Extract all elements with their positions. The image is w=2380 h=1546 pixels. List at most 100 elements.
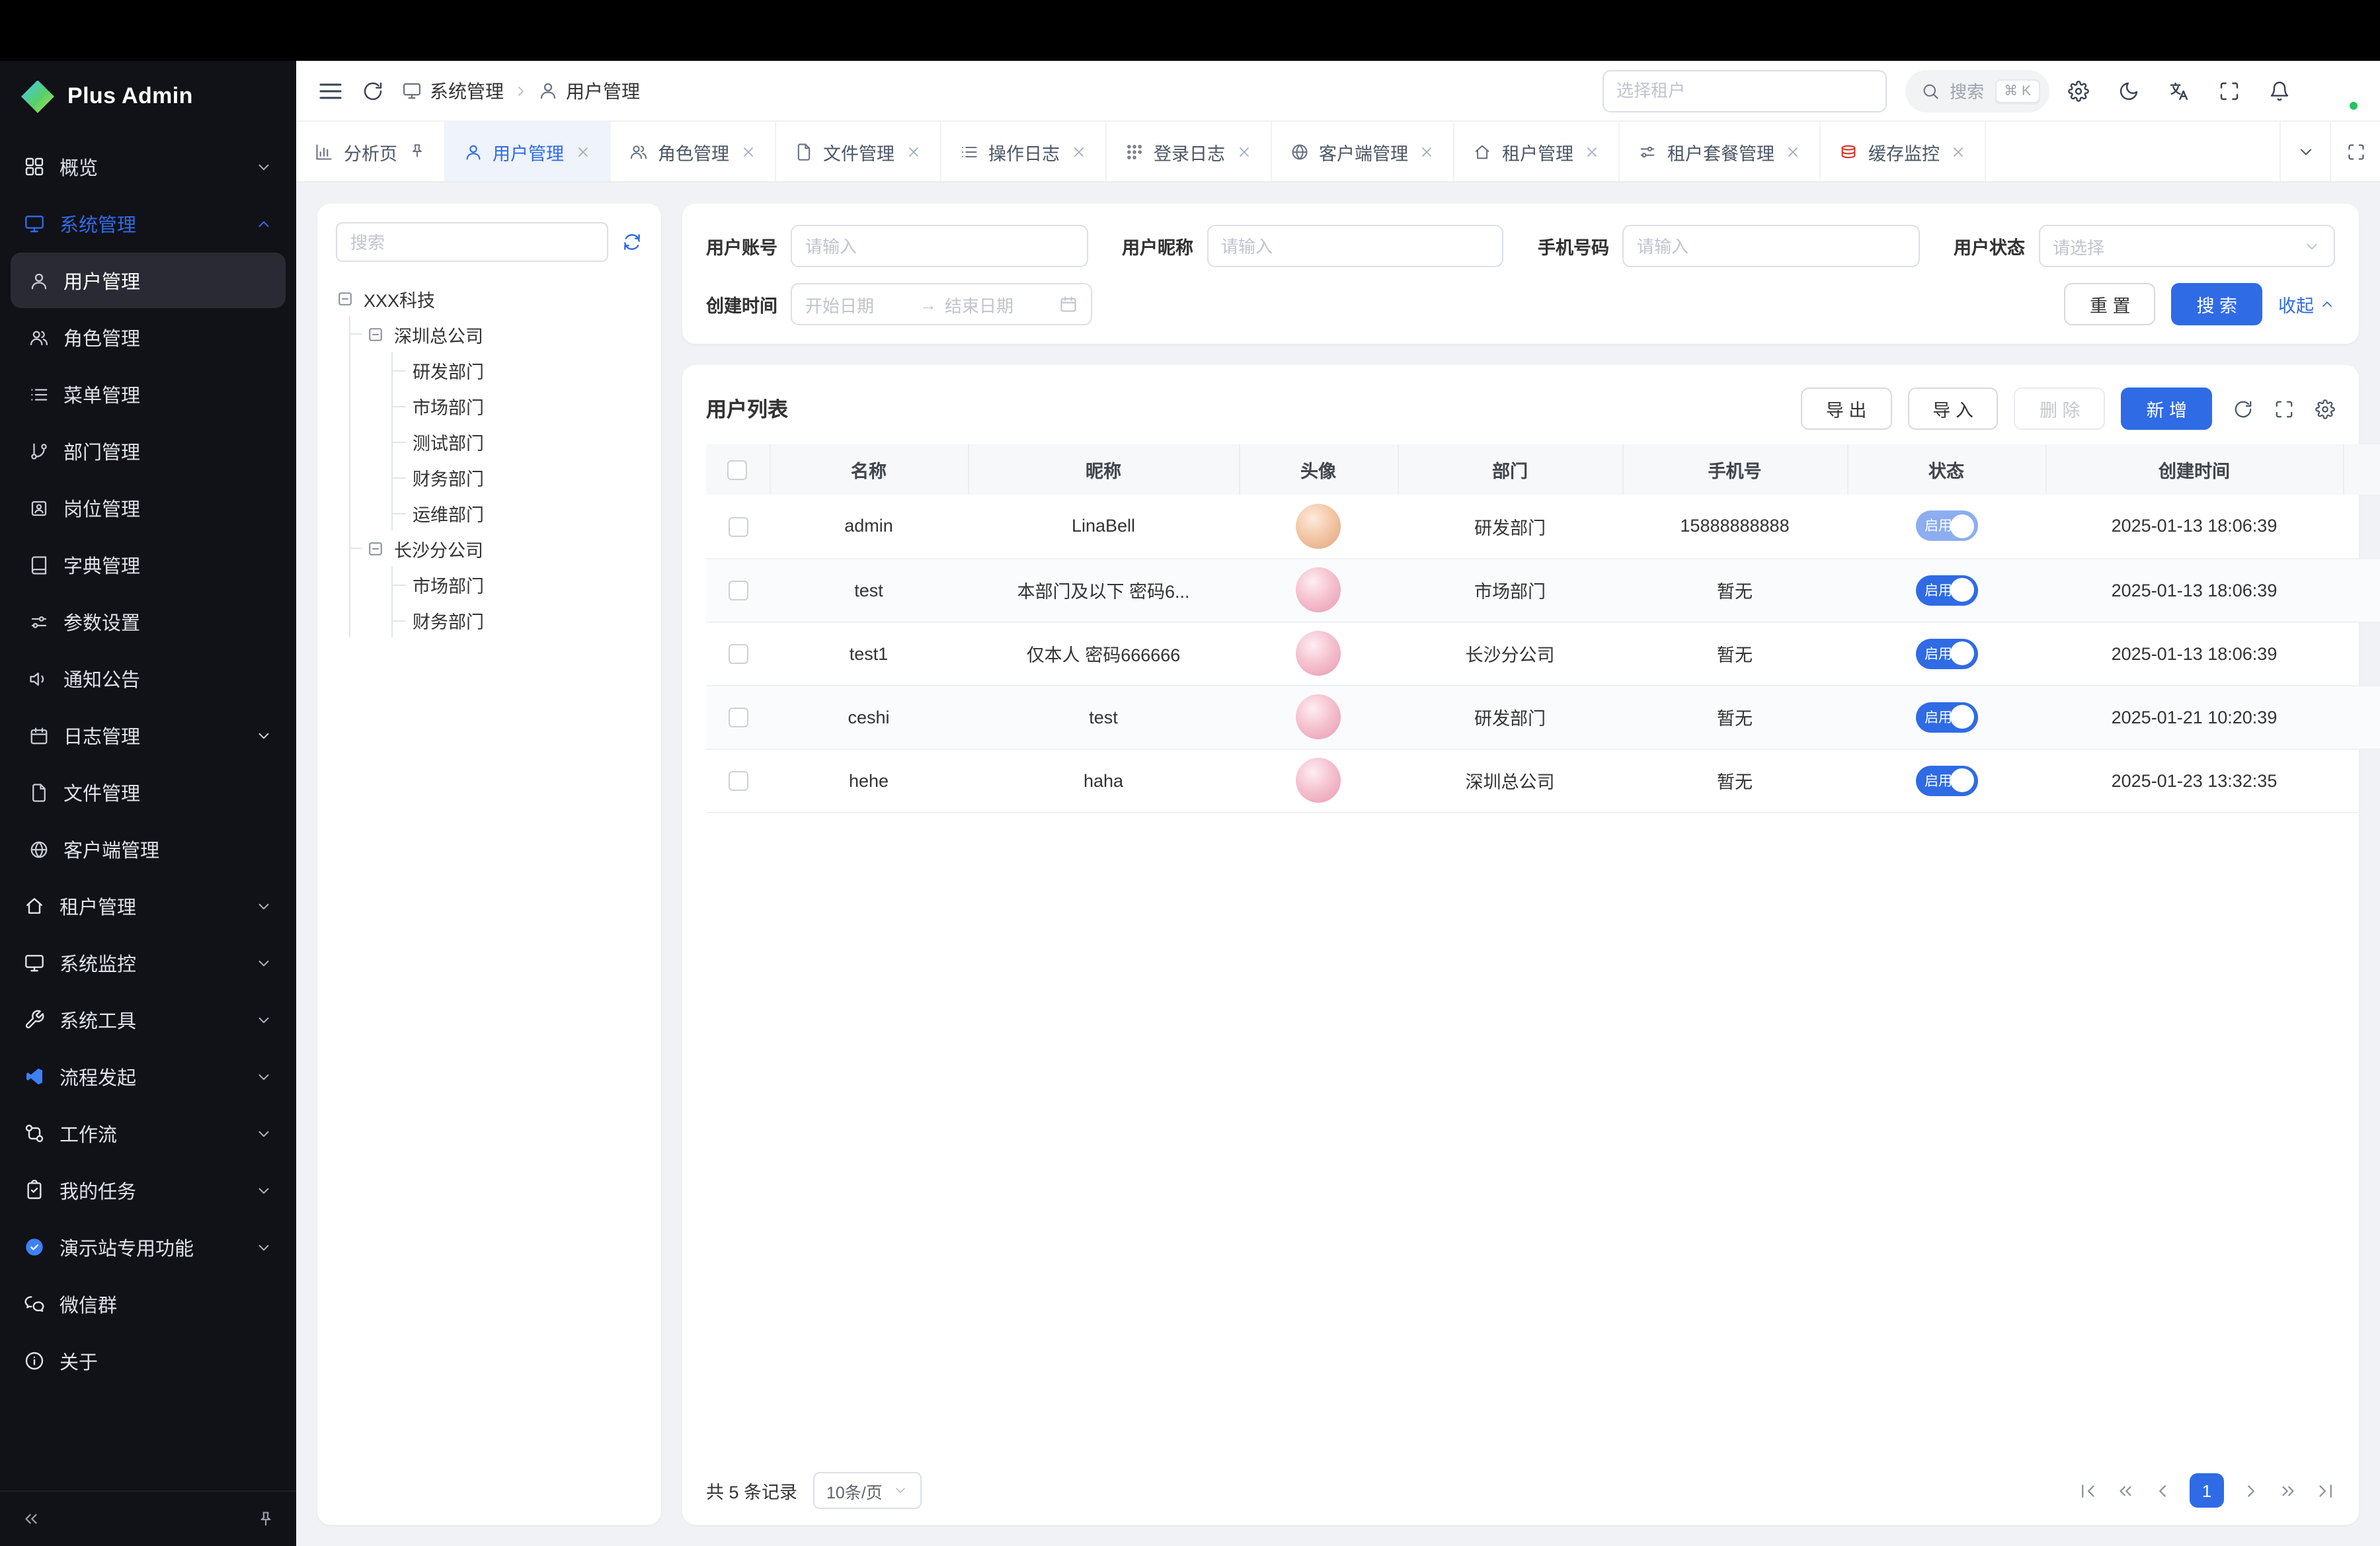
close-tab-icon[interactable]: [1236, 143, 1251, 159]
account-input[interactable]: [805, 236, 1073, 256]
translate-icon[interactable]: [2168, 80, 2190, 101]
sidebar-item-flow-start[interactable]: 流程发起: [11, 1049, 286, 1104]
first-page-button[interactable]: [2079, 1481, 2098, 1500]
close-tab-icon[interactable]: [740, 143, 756, 159]
sidebar-item-file-mgmt[interactable]: 文件管理: [11, 764, 286, 820]
last-page-button[interactable]: [2315, 1481, 2335, 1500]
tree-node-changsha[interactable]: 长沙分公司: [366, 530, 643, 566]
moon-icon[interactable]: [2118, 80, 2139, 101]
sidebar-item-my-tasks[interactable]: 我的任务: [11, 1162, 286, 1218]
sidebar-item-sys-tools[interactable]: 系统工具: [11, 992, 286, 1047]
user-avatar[interactable]: [2319, 71, 2359, 110]
phone-input[interactable]: [1637, 236, 1905, 256]
table-fullscreen-icon[interactable]: [2274, 399, 2294, 419]
add-button[interactable]: 新 增: [2121, 387, 2212, 430]
row-checkbox[interactable]: [728, 771, 748, 791]
next-jump-button[interactable]: [2278, 1481, 2298, 1500]
status-select[interactable]: 请选择: [2038, 225, 2335, 267]
refresh-icon[interactable]: [362, 80, 383, 101]
row-checkbox[interactable]: [728, 708, 748, 727]
close-tab-icon[interactable]: [905, 143, 921, 159]
sidebar-item-user-mgmt[interactable]: 用户管理: [11, 253, 286, 308]
tab-login-log[interactable]: 登录日志: [1106, 122, 1271, 181]
collapse-node-icon[interactable]: [366, 539, 385, 557]
sidebar-item-demo-features[interactable]: 演示站专用功能: [11, 1219, 286, 1275]
tab-file-mgmt[interactable]: 文件管理: [775, 122, 941, 181]
tree-leaf-dept[interactable]: 市场部门: [393, 566, 643, 602]
collapse-node-icon[interactable]: [366, 325, 385, 343]
pin-sidebar-button[interactable]: [257, 1510, 275, 1528]
tree-search-input[interactable]: [336, 222, 608, 262]
status-toggle[interactable]: 启用: [1915, 575, 1977, 605]
tab-tenant-mgmt[interactable]: 租户管理: [1454, 122, 1620, 181]
prev-page-button[interactable]: [2153, 1481, 2172, 1500]
nickname-input[interactable]: [1221, 236, 1489, 256]
tree-node-shenzhen[interactable]: 深圳总公司: [366, 316, 643, 352]
sidebar-item-wechat-group[interactable]: 微信群: [11, 1276, 286, 1332]
tree-node-company[interactable]: XXX科技: [336, 280, 643, 316]
select-all-checkbox[interactable]: [728, 460, 748, 480]
collapse-sidebar-button[interactable]: [21, 1509, 41, 1529]
sidebar-item-post-mgmt[interactable]: 岗位管理: [11, 480, 286, 536]
tree-leaf-dept[interactable]: 财务部门: [393, 602, 643, 637]
sidebar-item-params[interactable]: 参数设置: [11, 594, 286, 649]
sidebar-item-dept-mgmt[interactable]: 部门管理: [11, 423, 286, 479]
bell-icon[interactable]: [2269, 80, 2290, 101]
close-tab-icon[interactable]: [1785, 143, 1801, 159]
tab-analysis[interactable]: 分析页: [296, 122, 445, 181]
breadcrumb-users[interactable]: 用户管理: [538, 77, 640, 104]
row-checkbox[interactable]: [728, 516, 748, 536]
status-toggle[interactable]: 启用: [1915, 511, 1977, 542]
row-checkbox[interactable]: [728, 581, 748, 600]
fullscreen-icon[interactable]: [2219, 80, 2240, 101]
sidebar-item-system[interactable]: 系统管理: [11, 196, 286, 251]
page-size-select[interactable]: 10条/页: [813, 1472, 922, 1509]
status-toggle[interactable]: 启用: [1915, 638, 1977, 669]
next-page-button[interactable]: [2241, 1481, 2261, 1500]
tabs-fullscreen-button[interactable]: [2330, 122, 2380, 181]
tab-role-mgmt[interactable]: 角色管理: [610, 122, 775, 181]
sidebar-item-workflow[interactable]: 工作流: [11, 1106, 286, 1161]
breadcrumb-system[interactable]: 系统管理: [402, 77, 504, 104]
table-refresh-icon[interactable]: [2233, 399, 2253, 419]
tab-tenant-package[interactable]: 租户套餐管理: [1620, 122, 1821, 181]
sidebar-item-role-mgmt[interactable]: 角色管理: [11, 309, 286, 365]
collapse-node-icon[interactable]: [336, 289, 354, 307]
sidebar-item-menu-mgmt[interactable]: 菜单管理: [11, 366, 286, 422]
close-tab-icon[interactable]: [1419, 143, 1435, 159]
pin-icon[interactable]: [408, 143, 425, 160]
table-settings-icon[interactable]: [2315, 399, 2335, 419]
sidebar-item-sys-monitor[interactable]: 系统监控: [11, 935, 286, 991]
close-tab-icon[interactable]: [1584, 143, 1600, 159]
sidebar-item-tenant-mgmt[interactable]: 租户管理: [11, 878, 286, 934]
hamburger-menu-icon[interactable]: [317, 77, 344, 104]
sidebar-item-overview[interactable]: 概览: [11, 139, 286, 194]
tree-leaf-dept[interactable]: 测试部门: [393, 423, 643, 459]
current-page-button[interactable]: 1: [2190, 1473, 2224, 1508]
date-range-picker[interactable]: 开始日期 → 结束日期: [791, 283, 1092, 325]
status-toggle[interactable]: 启用: [1915, 765, 1977, 795]
tree-leaf-dept[interactable]: 财务部门: [393, 459, 643, 495]
close-tab-icon[interactable]: [1950, 143, 1966, 159]
gear-icon[interactable]: [2068, 80, 2089, 101]
export-button[interactable]: 导 出: [1801, 387, 1892, 430]
search-button[interactable]: 搜 索: [2171, 283, 2262, 325]
prev-jump-button[interactable]: [2116, 1481, 2135, 1500]
tab-client-mgmt[interactable]: 客户端管理: [1271, 122, 1454, 181]
sidebar-item-dict-mgmt[interactable]: 字典管理: [11, 537, 286, 592]
tab-cache-monitor[interactable]: 缓存监控: [1821, 122, 1986, 181]
delete-button[interactable]: 删 除: [2014, 387, 2106, 430]
tree-leaf-dept[interactable]: 研发部门: [393, 352, 643, 387]
global-search-button[interactable]: 搜索 ⌘ K: [1905, 69, 2049, 112]
sidebar-item-about[interactable]: 关于: [11, 1333, 286, 1389]
status-toggle[interactable]: 启用: [1915, 702, 1977, 732]
sidebar-item-log-mgmt[interactable]: 日志管理: [11, 708, 286, 763]
import-button[interactable]: 导 入: [1907, 387, 1999, 430]
tab-operation-log[interactable]: 操作日志: [941, 122, 1106, 181]
collapse-filters-link[interactable]: 收起: [2278, 291, 2335, 317]
tabs-dropdown-button[interactable]: [2280, 122, 2330, 181]
tree-leaf-dept[interactable]: 运维部门: [393, 495, 643, 530]
tab-user-mgmt[interactable]: 用户管理: [445, 122, 610, 181]
close-tab-icon[interactable]: [1070, 143, 1086, 159]
sidebar-item-client-mgmt[interactable]: 客户端管理: [11, 821, 286, 877]
